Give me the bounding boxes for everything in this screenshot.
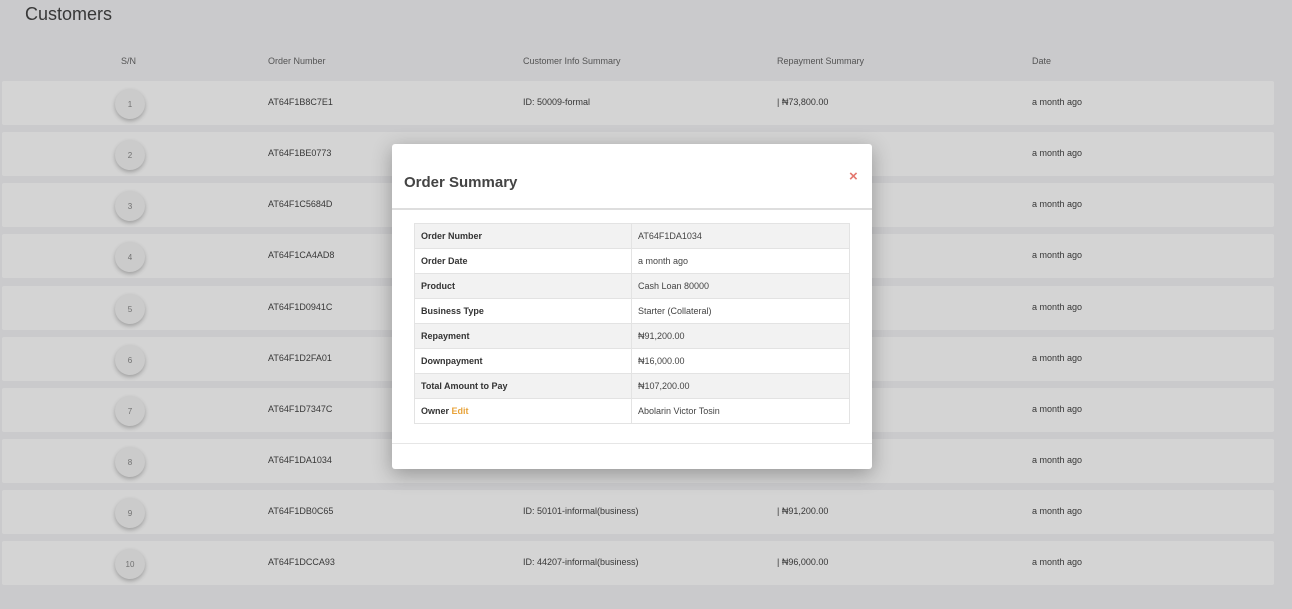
order-summary-modal: Order Summary × Order Number AT64F1DA1034… bbox=[392, 144, 872, 469]
summary-row: Order Number AT64F1DA1034 bbox=[414, 223, 850, 249]
summary-label: Business Type bbox=[414, 298, 632, 324]
summary-row: Downpayment ₦16,000.00 bbox=[414, 348, 850, 374]
modal-footer bbox=[392, 443, 872, 469]
modal-title: Order Summary bbox=[404, 174, 518, 191]
summary-row: Product Cash Loan 80000 bbox=[414, 273, 850, 299]
summary-value: ₦91,200.00 bbox=[631, 323, 850, 349]
summary-value: Starter (Collateral) bbox=[631, 298, 850, 324]
summary-label: Repayment bbox=[414, 323, 632, 349]
summary-value: ₦107,200.00 bbox=[631, 373, 850, 399]
summary-label: Order Date bbox=[414, 248, 632, 274]
summary-value: AT64F1DA1034 bbox=[631, 223, 850, 249]
summary-label: Total Amount to Pay bbox=[414, 373, 632, 399]
order-summary-table: Order Number AT64F1DA1034 Order Date a mont… bbox=[414, 223, 850, 424]
summary-row: Order Date a month ago bbox=[414, 248, 850, 274]
owner-label: Owner bbox=[421, 406, 450, 416]
summary-row-owner: Owner Edit Abolarin Victor Tosin bbox=[414, 398, 850, 424]
summary-value: a month ago bbox=[631, 248, 850, 274]
summary-row: Total Amount to Pay ₦107,200.00 bbox=[414, 373, 850, 399]
summary-label: Product bbox=[414, 273, 632, 299]
summary-value: Cash Loan 80000 bbox=[631, 273, 850, 299]
owner-value: Abolarin Victor Tosin bbox=[631, 398, 850, 424]
summary-value: ₦16,000.00 bbox=[631, 348, 850, 374]
close-icon[interactable]: × bbox=[849, 169, 858, 184]
summary-row: Business Type Starter (Collateral) bbox=[414, 298, 850, 324]
summary-row: Repayment ₦91,200.00 bbox=[414, 323, 850, 349]
modal-header: Order Summary × bbox=[392, 144, 872, 210]
summary-label: Downpayment bbox=[414, 348, 632, 374]
summary-label: Order Number bbox=[414, 223, 632, 249]
owner-label-cell: Owner Edit bbox=[414, 398, 632, 424]
edit-owner-link[interactable]: Edit bbox=[452, 406, 469, 416]
